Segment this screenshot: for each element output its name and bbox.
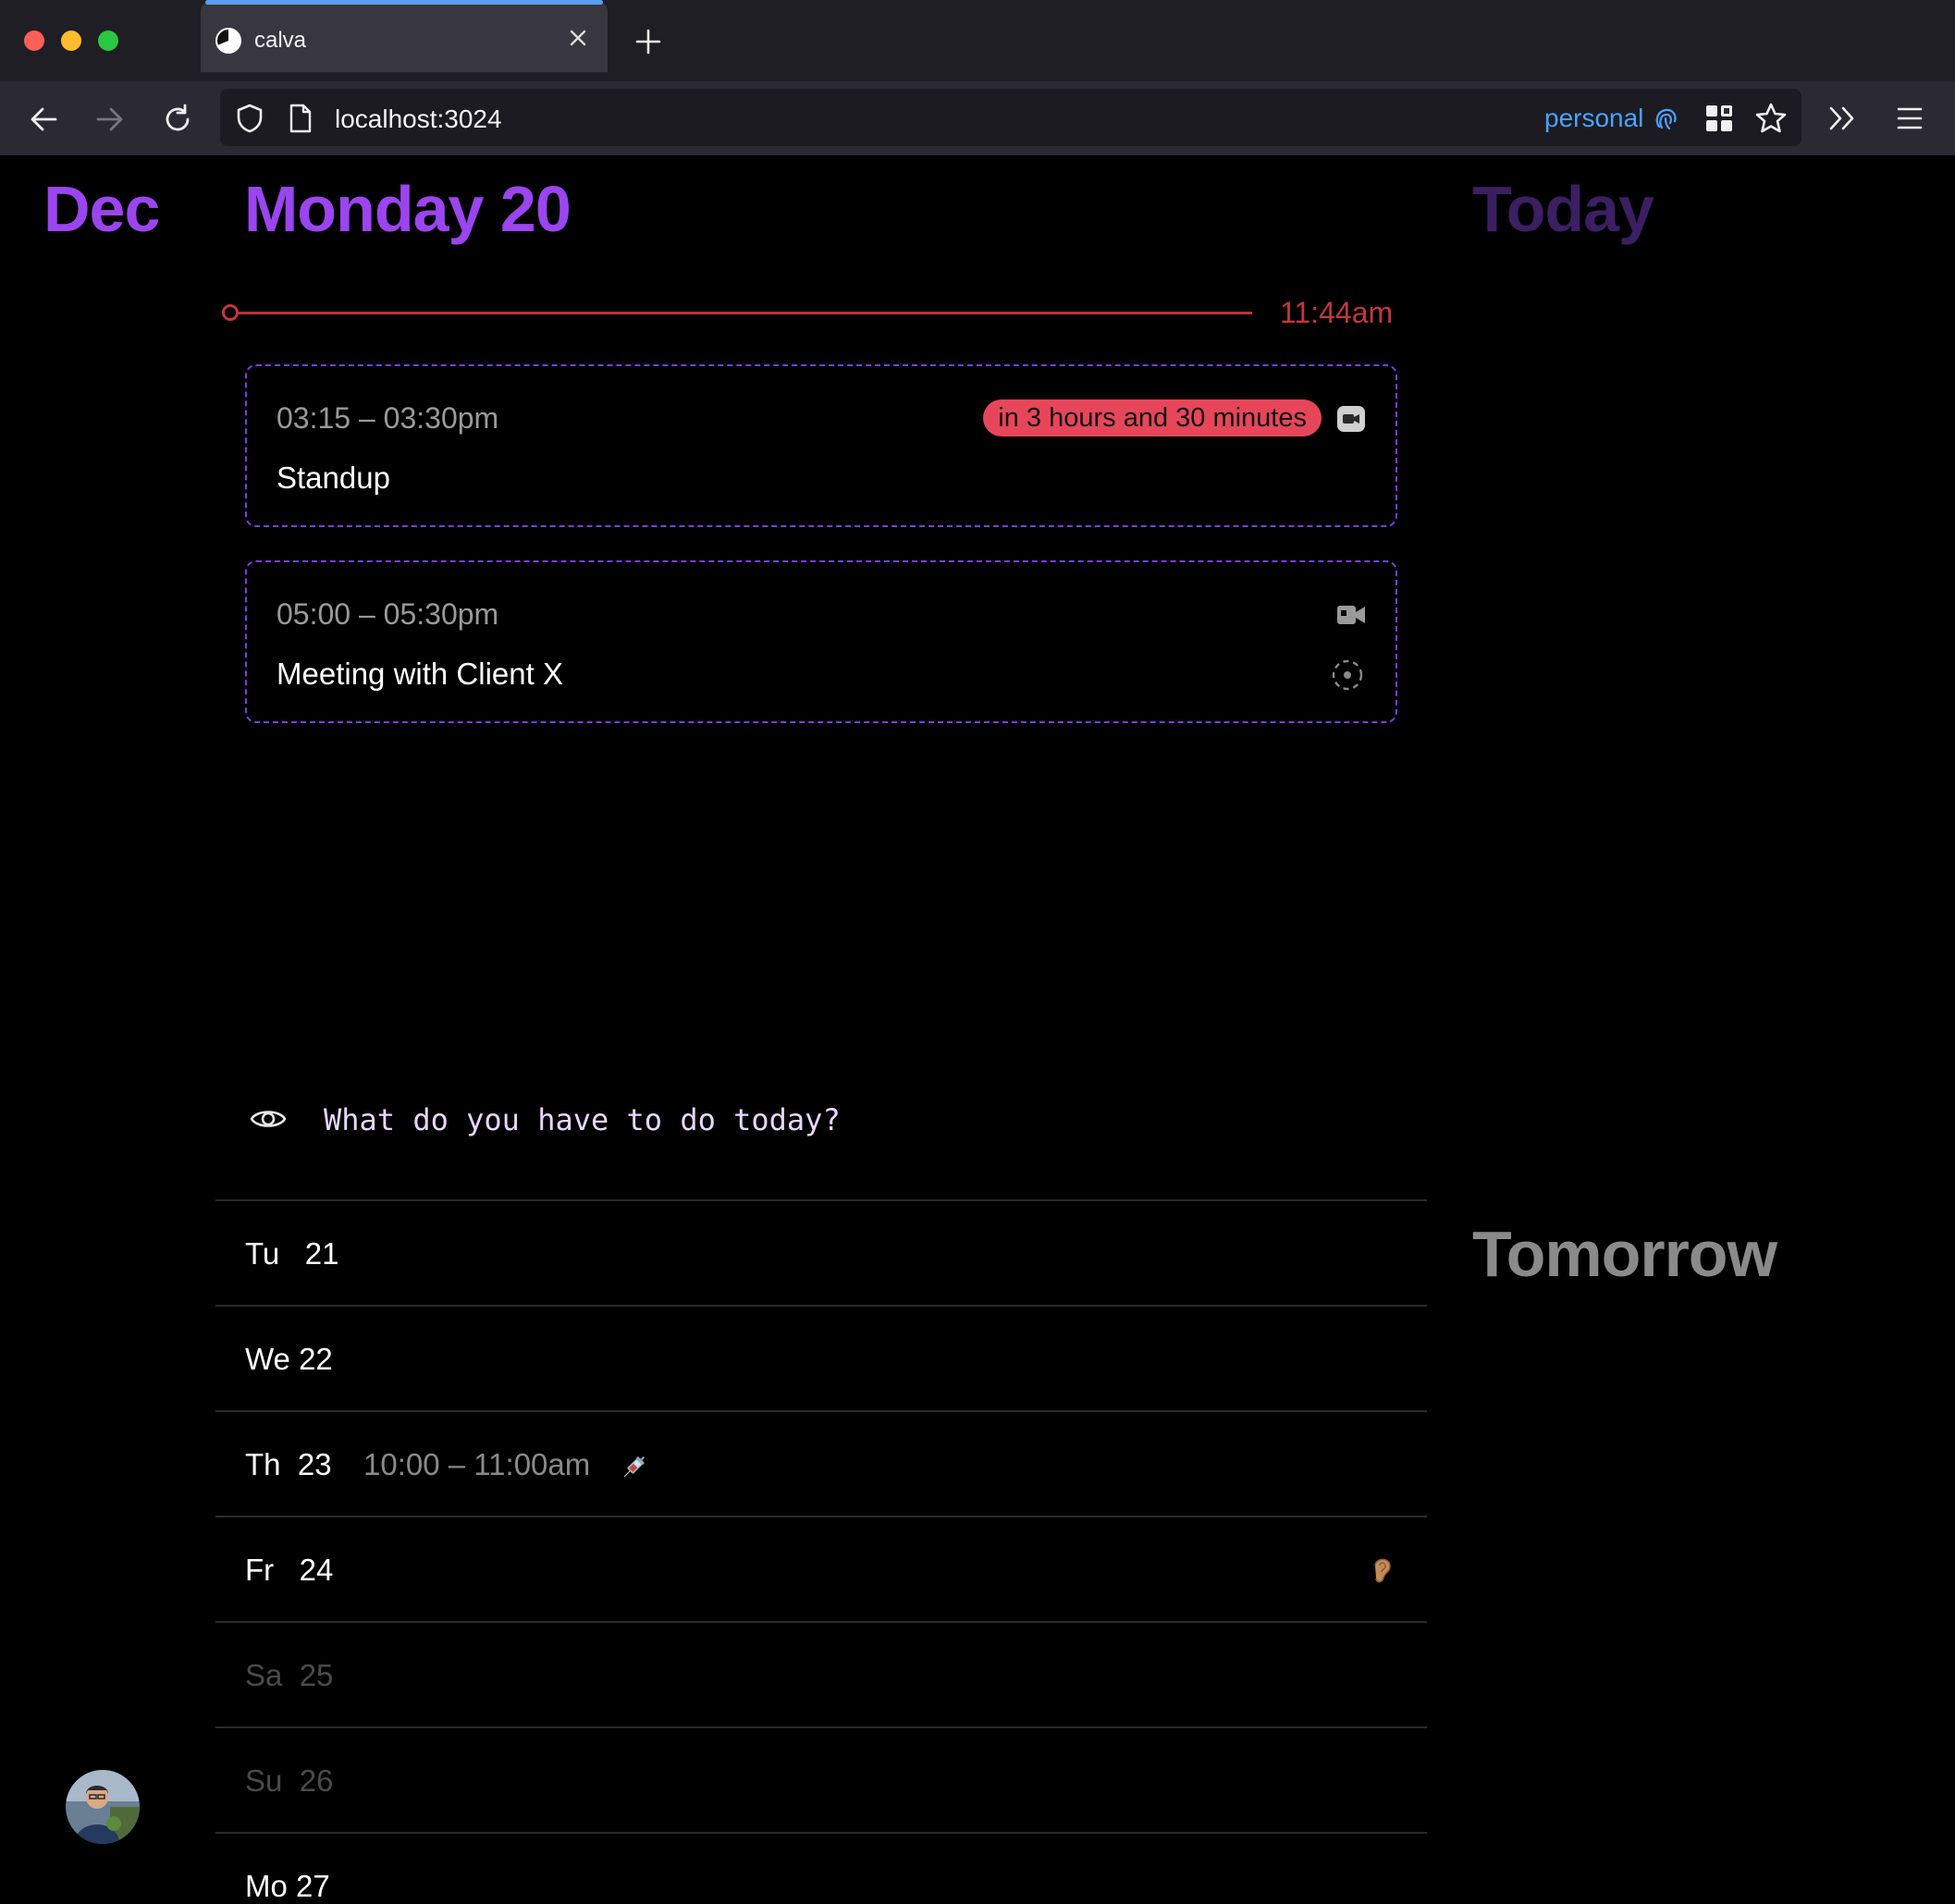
- close-tab-icon[interactable]: [566, 26, 590, 50]
- day-row-th-23[interactable]: Th 23 10:00 – 11:00am: [215, 1410, 1427, 1515]
- hamburger-menu-icon[interactable]: [1896, 105, 1924, 131]
- minimize-window-button[interactable]: [61, 31, 81, 51]
- tab-title: calva: [254, 28, 307, 53]
- eye-icon[interactable]: [250, 1106, 287, 1132]
- day-row-tu-21[interactable]: Tu 21: [215, 1199, 1427, 1304]
- month-heading: Dec: [43, 173, 160, 245]
- countdown-badge: in 3 hours and 30 minutes: [983, 399, 1322, 436]
- todo-input[interactable]: [324, 1097, 1064, 1143]
- day-row-su-26[interactable]: Su 26: [215, 1726, 1427, 1831]
- day-row-fr-24[interactable]: Fr 24: [215, 1516, 1427, 1620]
- syringe-icon: [623, 1456, 646, 1478]
- zoom-window-button[interactable]: [98, 31, 118, 51]
- event-title: Standup: [277, 461, 390, 495]
- current-time-label: 11:44am: [1280, 296, 1394, 329]
- back-icon[interactable]: [28, 104, 59, 135]
- day-label: Th 23: [245, 1447, 332, 1481]
- event-card-meeting-client-x[interactable]: 05:00 – 05:30pm Meeting with Client X: [245, 560, 1397, 723]
- event-title: Meeting with Client X: [277, 657, 563, 691]
- fingerprint-icon[interactable]: [1652, 104, 1679, 132]
- url-text[interactable]: localhost:3024: [335, 104, 502, 134]
- day-row-mo-27[interactable]: Mo 27: [215, 1832, 1427, 1903]
- overflow-chevrons-icon[interactable]: [1827, 104, 1859, 133]
- current-time-line: [239, 312, 1252, 314]
- tomorrow-label: Tomorrow: [1472, 1218, 1777, 1290]
- join-dashed-circle-icon[interactable]: [1331, 658, 1364, 692]
- tab-active-indicator: [205, 0, 603, 5]
- avatar[interactable]: [66, 1770, 140, 1844]
- day-label: We 22: [245, 1342, 333, 1376]
- event-time: 03:15 – 03:30pm: [277, 401, 499, 435]
- clock-icon: [215, 28, 241, 54]
- day-label: Fr 24: [245, 1553, 334, 1587]
- video-call-icon[interactable]: [1336, 601, 1366, 629]
- day-label: Su 26: [245, 1763, 334, 1798]
- shield-icon[interactable]: [235, 103, 264, 134]
- day-label: Mo 27: [245, 1869, 330, 1903]
- close-window-button[interactable]: [24, 31, 44, 51]
- reload-icon[interactable]: [162, 104, 193, 135]
- ear-icon: [1374, 1558, 1391, 1583]
- day-row-we-22[interactable]: We 22: [215, 1305, 1427, 1409]
- forward-icon[interactable]: [94, 104, 126, 135]
- event-card-standup[interactable]: 03:15 – 03:30pm Standup in 3 hours and 3…: [245, 364, 1397, 527]
- extensions-grid-icon[interactable]: [1704, 104, 1734, 133]
- day-label: Tu 21: [245, 1236, 339, 1271]
- day-row-sa-25[interactable]: Sa 25: [215, 1621, 1427, 1726]
- today-label: Today: [1472, 173, 1654, 245]
- day-event-time: 10:00 – 11:00am: [363, 1447, 591, 1481]
- page-icon[interactable]: [289, 104, 313, 133]
- video-call-icon[interactable]: [1336, 405, 1366, 433]
- bookmark-star-icon[interactable]: [1754, 102, 1788, 135]
- current-time-indicator: [222, 300, 1252, 327]
- current-time-dot: [222, 304, 239, 321]
- new-tab-icon[interactable]: [634, 28, 662, 55]
- container-label[interactable]: personal: [1544, 104, 1643, 133]
- day-heading: Monday 20: [244, 173, 572, 245]
- event-time: 05:00 – 05:30pm: [277, 597, 499, 631]
- day-label: Sa 25: [245, 1658, 334, 1692]
